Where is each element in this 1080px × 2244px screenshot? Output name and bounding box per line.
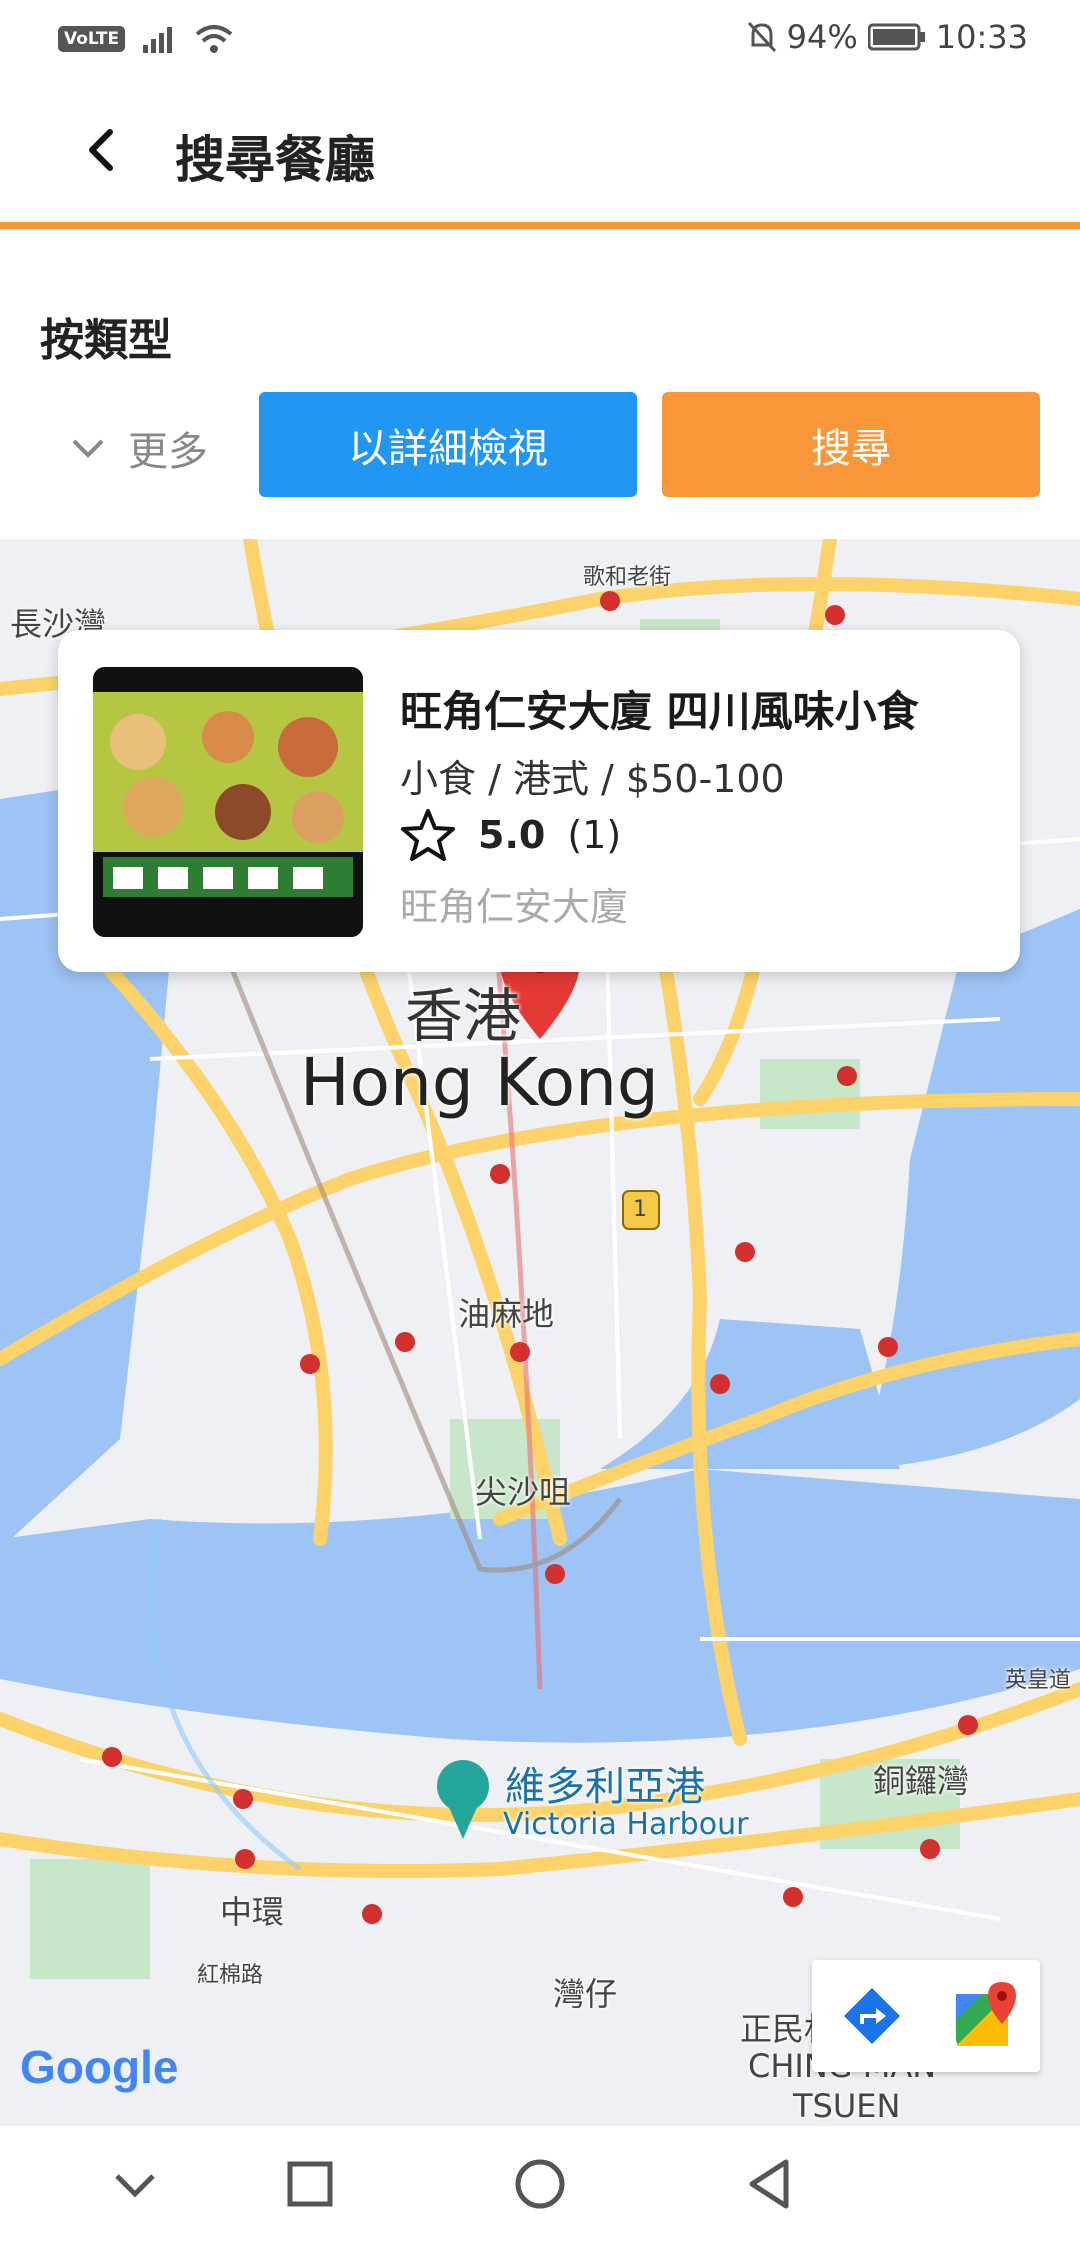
map-label-yau-ma-tei: 油麻地 <box>458 1295 555 1333</box>
map-label-wan-chai: 灣仔 <box>553 1975 618 2013</box>
google-logo-text: Google <box>20 2041 179 2093</box>
map-label-tsim-sha-tsui: 尖沙咀 <box>475 1473 572 1511</box>
clock: 10:33 <box>935 18 1028 56</box>
restaurant-name: 旺角仁安大廈 四川風味小食 <box>400 687 919 736</box>
nav-back-icon[interactable] <box>740 2154 800 2214</box>
status-left: VoLTE <box>58 24 233 54</box>
volte-badge: VoLTE <box>58 26 126 52</box>
system-nav-bar <box>0 2126 1080 2244</box>
search-button[interactable]: 搜尋 <box>662 392 1040 497</box>
restaurant-card[interactable]: 旺角仁安大廈 四川風味小食 小食 / 港式 / $50-100 5.0 (1) … <box>58 630 1020 972</box>
google-maps-icon[interactable] <box>952 1980 1022 2050</box>
page-title: 搜尋餐廳 <box>175 131 375 189</box>
battery-icon <box>867 23 925 51</box>
restaurant-rating: 5.0 (1) <box>400 808 621 862</box>
map-label-hk-cn: 香港 <box>405 982 522 1050</box>
back-arrow-icon[interactable] <box>72 120 132 180</box>
battery-percent: 94% <box>786 18 858 56</box>
restaurant-address: 旺角仁安大廈 <box>400 885 629 929</box>
header-accent-line <box>0 222 1080 229</box>
map-label-ying-wong: 英皇道 <box>1005 1668 1072 1693</box>
map-label-causeway-bay: 銅鑼灣 <box>873 1762 970 1800</box>
detail-view-button[interactable]: 以詳細檢視 <box>259 392 637 497</box>
signal-icon <box>143 27 173 53</box>
map-label-ching-man-en-2: TSUEN <box>793 2087 901 2125</box>
wifi-icon <box>195 25 233 53</box>
chevron-down-icon <box>72 439 104 458</box>
filter-panel: 按類型 更多 以詳細檢視 搜尋 <box>0 229 1080 541</box>
map-label-central: 中環 <box>220 1893 285 1931</box>
mute-icon <box>747 21 776 53</box>
map-label-cotton-tree: 紅棉路 <box>197 1963 264 1988</box>
nav-recents-icon[interactable] <box>280 2154 340 2214</box>
filter-type-label: 按類型 <box>40 315 172 366</box>
star-icon <box>401 809 455 861</box>
review-count: (1) <box>567 813 622 857</box>
more-toggle[interactable]: 更多 <box>70 419 208 477</box>
more-label: 更多 <box>128 429 208 475</box>
nav-home-icon[interactable] <box>510 2154 570 2214</box>
restaurant-photo <box>93 667 363 937</box>
status-right: 94% 10:33 <box>747 18 1028 56</box>
map-label-harbour-cn: 維多利亞港 <box>505 1764 705 1810</box>
restaurant-category: 小食 / 港式 / $50-100 <box>400 757 785 801</box>
google-logo: Google <box>20 2040 178 2094</box>
map-label-hk-en: Hong Kong <box>300 1044 659 1121</box>
map-label-harbour-en: Victoria Harbour <box>503 1807 749 1842</box>
map-label-arran-street: 歌和老街 <box>583 565 672 590</box>
map-label-route-1: 1 <box>633 1197 647 1222</box>
directions-icon[interactable] <box>842 1986 902 2046</box>
map-toolbar <box>812 1960 1040 2072</box>
app-bar: 搜尋餐廳 <box>0 80 1080 226</box>
rating-score: 5.0 <box>478 813 546 857</box>
nav-hide-icon[interactable] <box>105 2154 165 2214</box>
status-bar: VoLTE 94% 10:33 <box>0 0 1080 80</box>
